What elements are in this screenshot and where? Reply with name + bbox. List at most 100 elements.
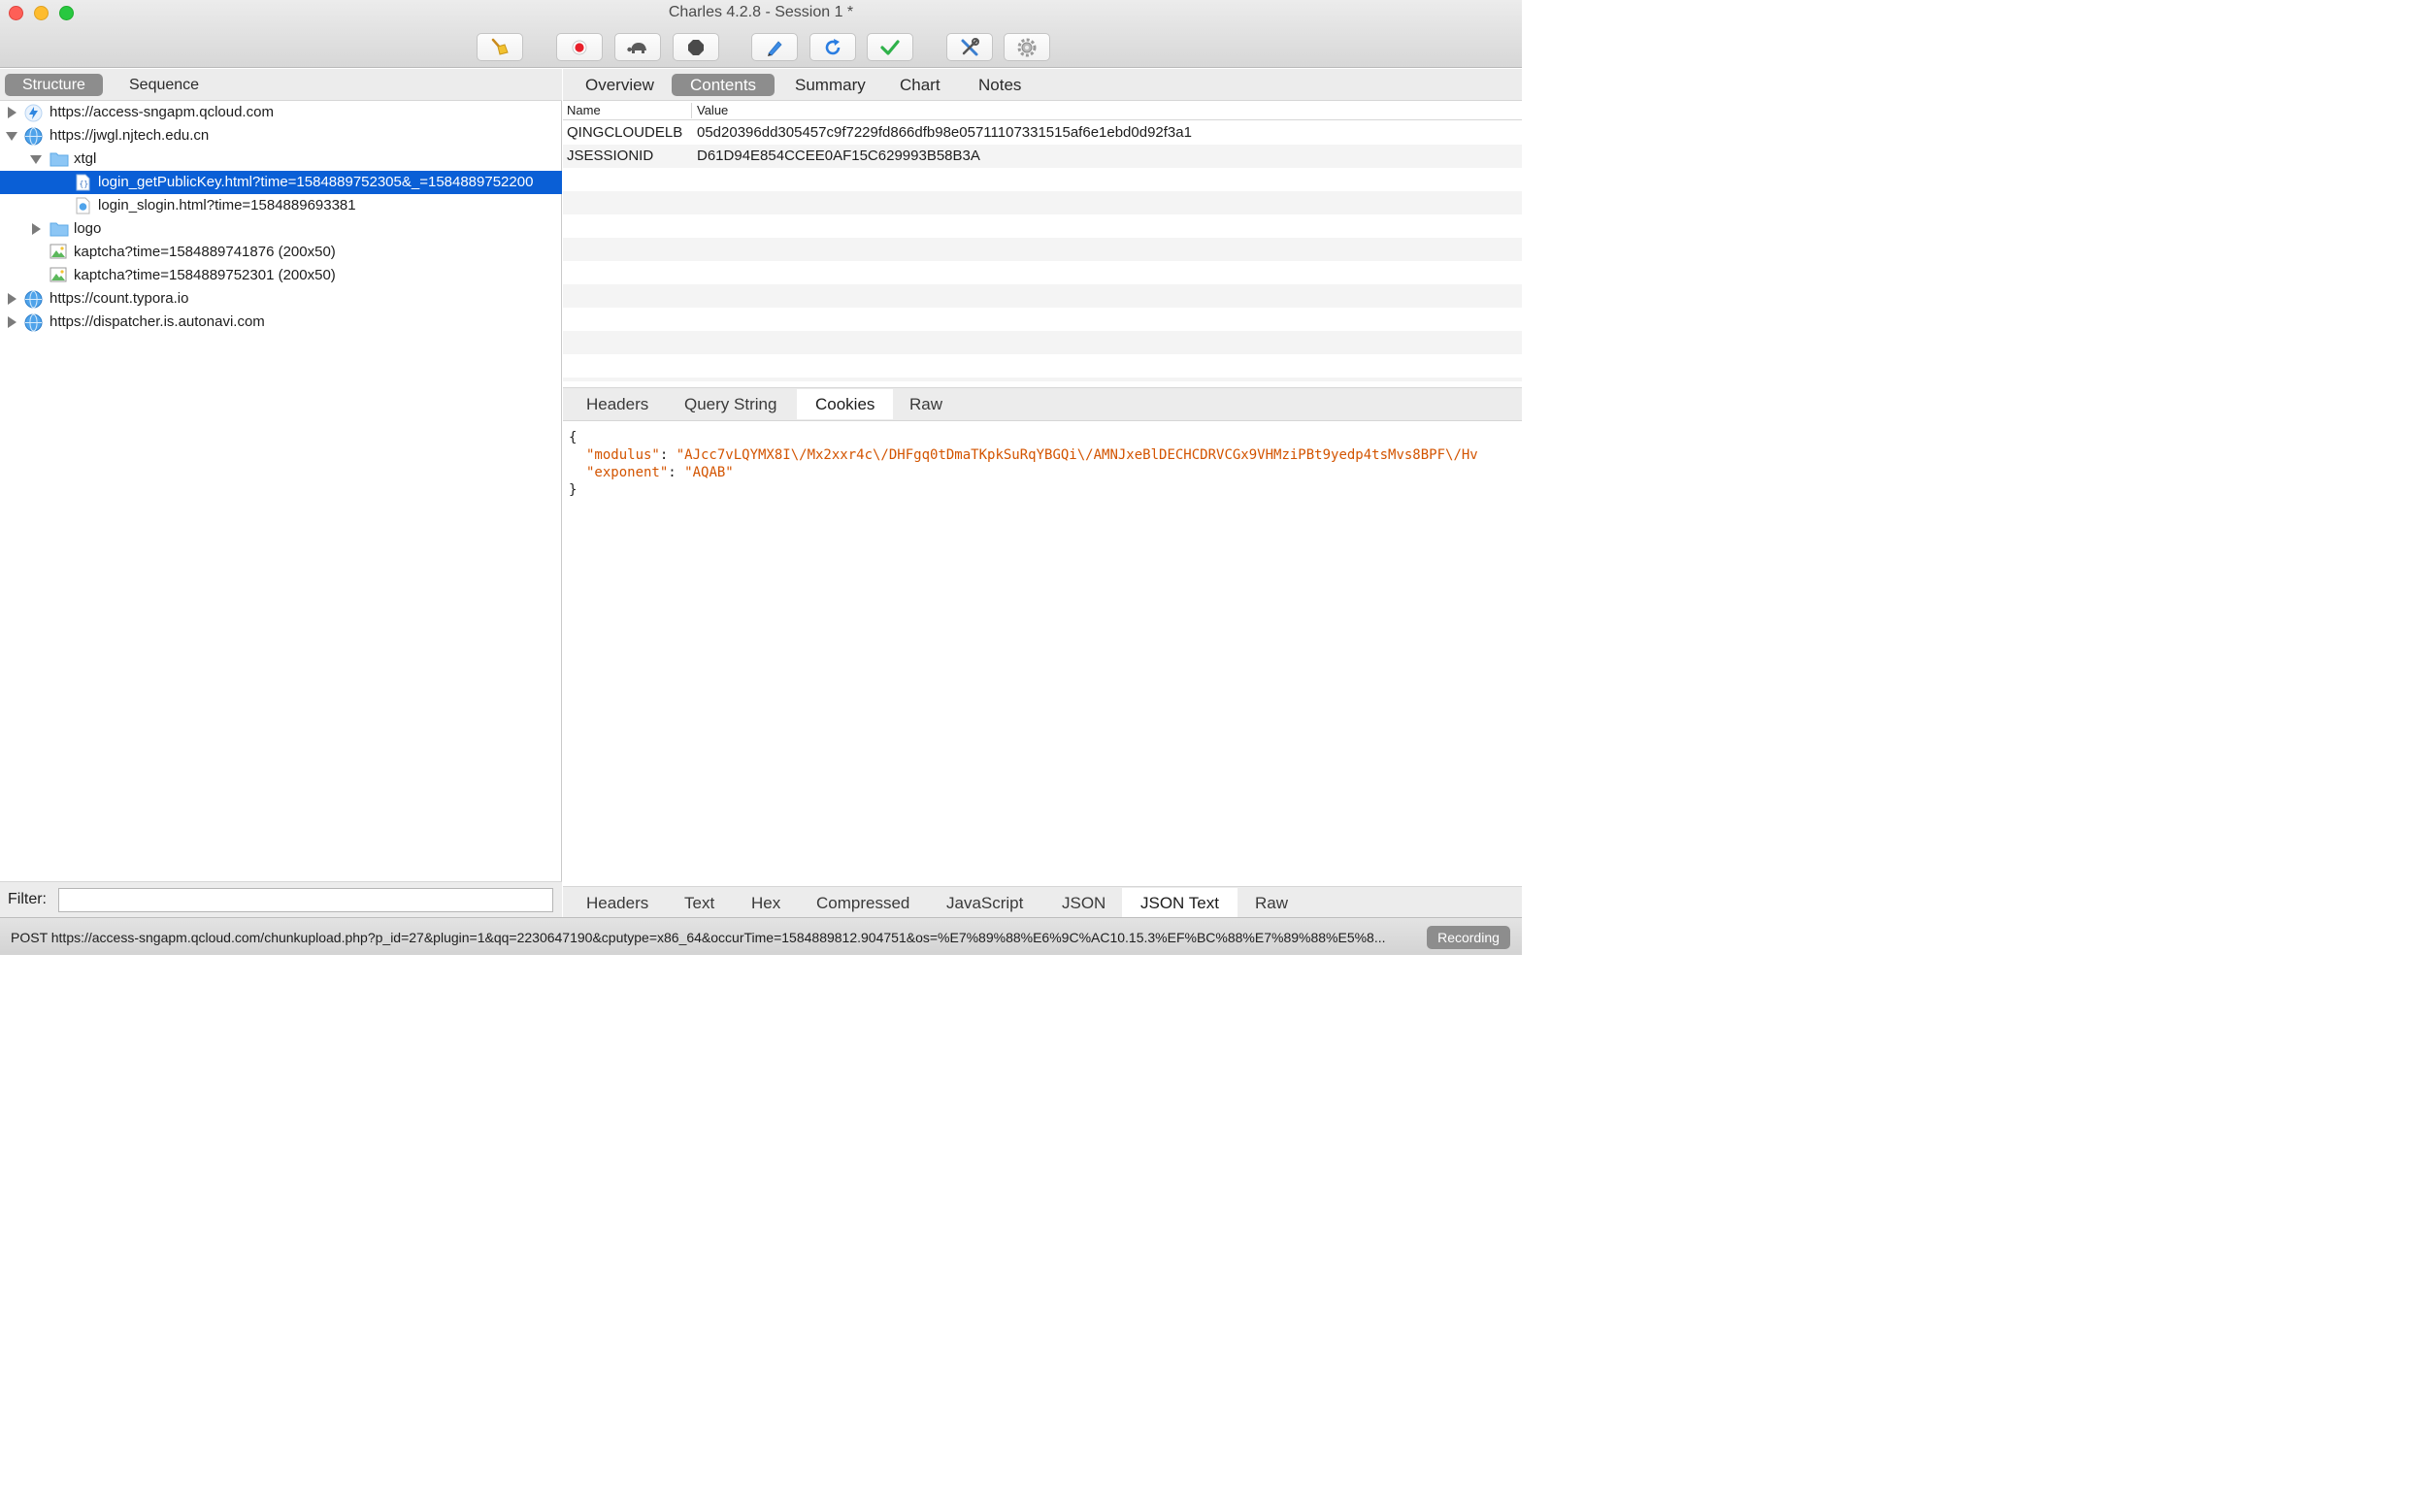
tab-hex[interactable]: Hex [751,888,780,918]
structure-pane: Structure Sequence https://access-sngapm… [0,69,562,917]
column-divider[interactable] [691,103,692,118]
globe-icon [24,127,43,146]
cookies-table: Name Value QINGCLOUDELB 05d20396dd305457… [563,101,1522,381]
repeat-button[interactable] [809,33,856,61]
tab-notes[interactable]: Notes [960,74,1040,96]
tab-contents[interactable]: Contents [672,74,776,96]
compose-button[interactable] [751,33,798,61]
tab-json[interactable]: JSON [1062,888,1106,918]
json-key: "exponent" [586,465,669,480]
settings-button[interactable] [1004,33,1050,61]
folder-icon [50,222,69,237]
tab-request-raw[interactable]: Raw [909,389,942,419]
tab-response-headers[interactable]: Headers [586,888,648,918]
tab-response-raw[interactable]: Raw [1255,888,1288,918]
detail-tabs: Overview Contents Summary Chart Notes [563,69,1522,101]
tree-row-host[interactable]: https://access-sngapm.qcloud.com [0,101,562,124]
tab-text[interactable]: Text [684,888,714,918]
pen-icon [768,40,782,56]
tree-row-folder[interactable]: xtgl [0,148,562,171]
tree-row-label: login_slogin.html?time=1584889693381 [98,197,356,214]
tools-button[interactable] [946,33,993,61]
tree-row-request-selected[interactable]: {} login_getPublicKey.html?time=15848897… [0,171,562,194]
tree-row-label: https://jwgl.njtech.edu.cn [50,127,210,144]
breakpoints-button[interactable] [673,33,719,61]
empty-row [563,308,1522,331]
empty-row [563,261,1522,284]
json-string-value: "AJcc7vLQYMX8I\/Mx2xxr4c\/DHFgq0tDmaTKpk… [676,447,1478,463]
cookie-value: D61D94E854CCEE0AF15C629993B58B3A [697,148,980,164]
tab-json-text[interactable]: JSON Text [1122,888,1238,918]
table-header: Name Value [563,101,1522,120]
throttle-button[interactable] [614,33,661,61]
json-file-icon: {} [76,174,90,191]
empty-row [563,331,1522,354]
disclosure-triangle-collapsed[interactable] [32,223,41,235]
html-file-icon [76,197,90,214]
record-icon [572,40,587,54]
tab-sequence[interactable]: Sequence [112,74,216,96]
tree-row-host[interactable]: https://count.typora.io [0,287,562,311]
globe-icon [24,313,43,332]
json-open-brace: { [569,430,578,445]
tree-row-label: xtgl [74,150,97,167]
stop-icon [688,39,704,55]
tree-row-label: logo [74,220,102,237]
globe-icon [24,290,43,309]
request-tabs: Headers Query String Cookies Raw [563,387,1522,421]
tree-row-host[interactable]: https://dispatcher.is.autonavi.com [0,311,562,334]
view-mode-tabs: Structure Sequence [0,69,562,101]
tab-query-string[interactable]: Query String [684,389,776,419]
json-colon: : [659,447,676,463]
tab-compressed[interactable]: Compressed [816,888,909,918]
svg-text:{}: {} [80,180,89,188]
tree-row-request[interactable]: login_slogin.html?time=1584889693381 [0,194,562,217]
charles-window: Charles 4.2.8 - Session 1 * Structure Se… [0,0,1522,955]
json-string-value: "AQAB" [684,465,734,480]
disclosure-triangle-expanded[interactable] [6,132,17,141]
table-row[interactable]: JSESSIONID D61D94E854CCEE0AF15C629993B58… [563,145,1522,168]
tree-row-host[interactable]: https://jwgl.njtech.edu.cn [0,124,562,148]
title-bar: Charles 4.2.8 - Session 1 * [0,0,1522,68]
cookie-value: 05d20396dd305457c9f7229fd866dfb98e057111… [697,124,1192,141]
tree-row-label: kaptcha?time=1584889741876 (200x50) [74,244,336,260]
window-title: Charles 4.2.8 - Session 1 * [668,4,854,20]
tree-row-request[interactable]: kaptcha?time=1584889741876 (200x50) [0,241,562,264]
tab-cookies[interactable]: Cookies [797,389,894,419]
tree-row-request[interactable]: kaptcha?time=1584889752301 (200x50) [0,264,562,287]
tree-row-label: https://dispatcher.is.autonavi.com [50,313,265,330]
filter-bar: Filter: [0,881,562,917]
clear-session-button[interactable] [477,33,523,61]
turtle-icon [627,42,646,53]
empty-row [563,214,1522,238]
cookie-name: QINGCLOUDELB [567,124,683,141]
disclosure-triangle-collapsed[interactable] [8,107,16,118]
checkmark-icon [880,39,900,55]
tab-overview[interactable]: Overview [567,74,673,96]
tree-row-folder[interactable]: logo [0,217,562,241]
tab-javascript[interactable]: JavaScript [946,888,1023,918]
tab-summary[interactable]: Summary [776,74,884,96]
empty-row [563,284,1522,308]
table-row[interactable]: QINGCLOUDELB 05d20396dd305457c9f7229fd86… [563,121,1522,145]
status-text: POST https://access-sngapm.qcloud.com/ch… [11,930,1386,945]
empty-row [563,378,1522,381]
tab-chart[interactable]: Chart [881,74,959,96]
column-header-value[interactable]: Value [697,103,728,117]
recording-status-button[interactable]: Recording [1427,926,1510,949]
filter-label: Filter: [8,891,47,907]
empty-row [563,191,1522,214]
tab-request-headers[interactable]: Headers [586,389,648,419]
column-header-name[interactable]: Name [567,103,601,117]
tab-structure[interactable]: Structure [5,74,103,96]
detail-pane: Overview Contents Summary Chart Notes Na… [563,69,1522,918]
validate-button[interactable] [867,33,913,61]
tree-row-label: https://access-sngapm.qcloud.com [50,104,274,120]
disclosure-triangle-collapsed[interactable] [8,293,16,305]
json-text-view[interactable]: { "modulus": "AJcc7vLQYMX8I\/Mx2xxr4c\/D… [563,421,1522,886]
disclosure-triangle-expanded[interactable] [30,155,42,164]
filter-input[interactable] [58,888,553,912]
record-button[interactable] [556,33,603,61]
disclosure-triangle-collapsed[interactable] [8,316,16,328]
status-bar: POST https://access-sngapm.qcloud.com/ch… [0,917,1522,955]
